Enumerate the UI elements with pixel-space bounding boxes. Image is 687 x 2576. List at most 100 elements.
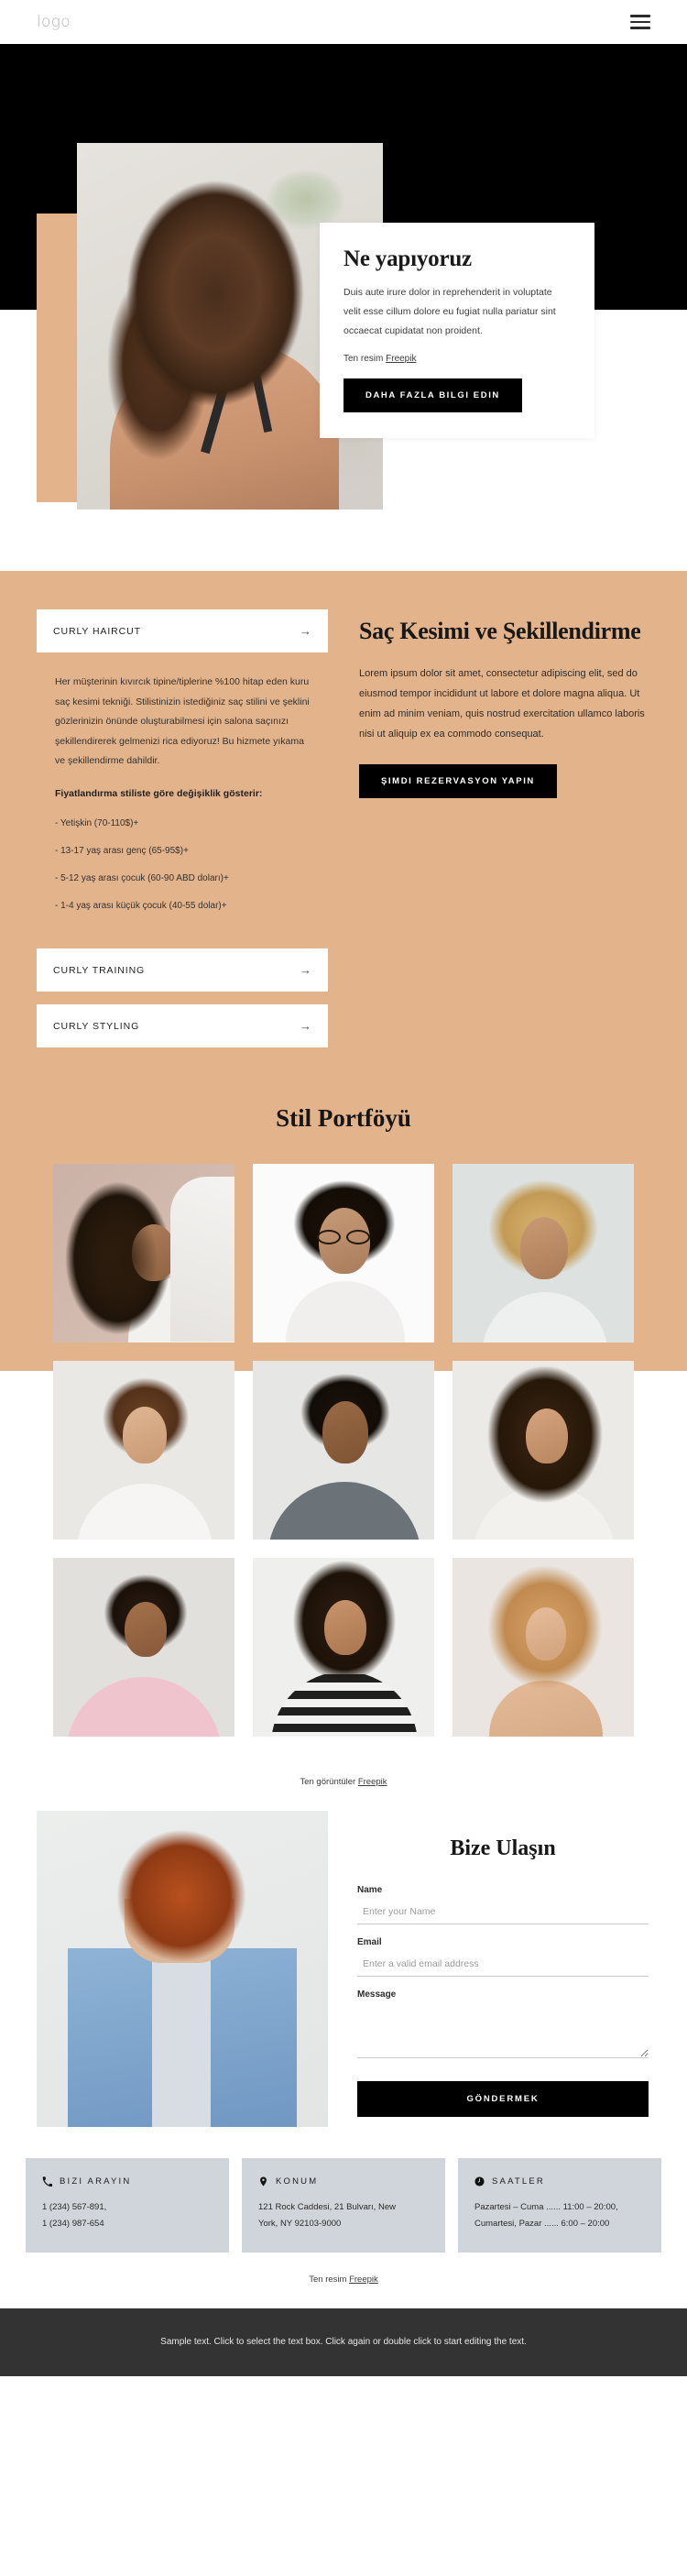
- pricing-list: - Yetişkin (70-110$)+ - 13-17 yaş arası …: [55, 817, 310, 914]
- info-card-header: SAATLER: [474, 2176, 645, 2187]
- services-title: Saç Kesimi ve Şekillendirme: [359, 618, 641, 644]
- gallery-item[interactable]: [253, 1361, 434, 1540]
- hero-card-text: Duis aute irure dolor in reprehenderit i…: [344, 287, 556, 336]
- accordion-item-curly-haircut[interactable]: CURLY HAIRCUT →: [37, 609, 328, 652]
- field-label-name: Name: [357, 1885, 383, 1896]
- accordion-item-curly-training[interactable]: CURLY TRAINING →: [37, 948, 328, 992]
- pricing-heading: Fiyatlandırma stiliste göre değişiklik g…: [55, 787, 263, 799]
- hamburger-menu-icon[interactable]: [630, 15, 650, 29]
- gallery-item[interactable]: [453, 1558, 634, 1737]
- site-footer: Sample text. Click to select the text bo…: [0, 2308, 687, 2376]
- accordion-label: CURLY TRAINING: [53, 964, 146, 976]
- info-card-header: KONUM: [258, 2176, 429, 2187]
- submit-button[interactable]: GÖNDERMEK: [357, 2081, 649, 2118]
- logo[interactable]: logo: [37, 13, 71, 31]
- hero-photo-hair: [119, 180, 311, 427]
- learn-more-button[interactable]: DAHA FAZLA BILGI EDIN: [344, 378, 522, 412]
- info-card-line: York, NY 92103-9000: [258, 2219, 342, 2230]
- hero-credit-link[interactable]: Freepik: [386, 354, 416, 364]
- gallery-hair-top: [79, 1191, 167, 1330]
- arrow-right-icon: →: [300, 1019, 311, 1034]
- field-label-message: Message: [357, 1990, 397, 2001]
- pricing-item: - 5-12 yaş arası çocuk (60-90 ABD doları…: [55, 873, 229, 884]
- services-grid: CURLY HAIRCUT → Her müşterinin kıvırcık …: [37, 609, 650, 1060]
- arrow-right-icon: →: [300, 963, 311, 978]
- name-input[interactable]: [357, 1902, 649, 1925]
- gallery-face: [324, 1600, 366, 1656]
- portfolio-section: Stil Portföyü Ten görüntüler Freepik: [0, 1060, 687, 1788]
- book-now-button[interactable]: ŞIMDI REZERVASYON YAPIN: [359, 763, 557, 798]
- location-pin-icon: [260, 2176, 267, 2187]
- page-root: logo Ne yapıyoruz Duis aute irure dolor …: [0, 0, 687, 2376]
- portfolio-gallery-wrap: [0, 1164, 687, 1758]
- hero-card-title: Ne yapıyoruz: [344, 247, 472, 271]
- services-paragraph: Lorem ipsum dolor sit amet, consectetur …: [359, 667, 645, 740]
- gallery-face: [322, 1401, 368, 1464]
- hero-section: Ne yapıyoruz Duis aute irure dolor in re…: [0, 44, 687, 571]
- accordion-item-curly-styling[interactable]: CURLY STYLING →: [37, 1004, 328, 1048]
- field-email: Email: [357, 1937, 649, 1978]
- services-accordion-column: CURLY HAIRCUT → Her müşterinin kıvırcık …: [37, 609, 328, 1060]
- info-card-title: BIZI ARAYIN: [60, 2176, 132, 2187]
- gallery-item[interactable]: [53, 1164, 234, 1343]
- info-card-title: SAATLER: [492, 2176, 545, 2187]
- contact-form: Bize Ulaşın Name Email Message GÖNDERMEK: [357, 1811, 649, 2127]
- info-card-line: 1 (234) 987-654: [42, 2219, 104, 2230]
- hero-credit: Ten resim Freepik: [344, 354, 571, 364]
- info-card-hours: SAATLER Pazartesi – Cuma ...... 11:00 – …: [458, 2158, 661, 2253]
- arrow-right-icon: →: [300, 624, 311, 638]
- gallery-item[interactable]: [53, 1558, 234, 1737]
- services-text-column: Saç Kesimi ve Şekillendirme Lorem ipsum …: [359, 609, 650, 798]
- contact-title: Bize Ulaşın: [450, 1836, 556, 1861]
- info-card-line: 121 Rock Caddesi, 21 Bulvarı, New: [258, 2202, 396, 2213]
- portfolio-credit-link[interactable]: Freepik: [358, 1777, 387, 1787]
- message-textarea[interactable]: [357, 2007, 649, 2059]
- pricing-item: - 1-4 yaş arası küçük çocuk (40-55 dolar…: [55, 901, 227, 912]
- accordion-label: CURLY HAIRCUT: [53, 625, 141, 637]
- hero-card: Ne yapıyoruz Duis aute irure dolor in re…: [320, 223, 594, 438]
- contact-photo: [37, 1811, 328, 2128]
- services-section: CURLY HAIRCUT → Her müşterinin kıvırcık …: [0, 571, 687, 1061]
- gallery-face: [526, 1409, 568, 1464]
- portfolio-credit: Ten görüntüler Freepik: [0, 1757, 687, 1788]
- accordion-label: CURLY STYLING: [53, 1020, 140, 1032]
- gallery-face: [520, 1217, 568, 1280]
- info-card-location: KONUM 121 Rock Caddesi, 21 Bulvarı, New …: [242, 2158, 445, 2253]
- portfolio-title: Stil Portföyü: [276, 1104, 411, 1133]
- site-header: logo: [0, 0, 687, 44]
- pricing-item: - 13-17 yaş arası genç (65-95$)+: [55, 846, 189, 857]
- portfolio-credit-prefix: Ten görüntüler: [300, 1777, 358, 1788]
- bottom-credit-prefix: Ten resim: [309, 2275, 350, 2286]
- email-input[interactable]: [357, 1955, 649, 1978]
- info-card-phone: BIZI ARAYIN 1 (234) 567-891, 1 (234) 987…: [26, 2158, 229, 2253]
- contact-section: Bize Ulaşın Name Email Message GÖNDERMEK: [0, 1787, 687, 2128]
- info-card-line: Pazartesi – Cuma ...... 11:00 – 20:00,: [474, 2202, 618, 2213]
- gallery-item[interactable]: [453, 1361, 634, 1540]
- info-card-title: KONUM: [276, 2176, 319, 2187]
- info-card-line: 1 (234) 567-891,: [42, 2202, 107, 2213]
- clock-icon: [474, 2176, 485, 2187]
- bottom-credit-link[interactable]: Freepik: [349, 2275, 378, 2285]
- hero-credit-prefix: Ten resim: [344, 354, 387, 364]
- gallery-item[interactable]: [253, 1558, 434, 1737]
- burger-line-3: [630, 27, 650, 29]
- gallery-glasses-left: [317, 1230, 341, 1245]
- service-description: Her müşterinin kıvırcık tipine/tiplerine…: [55, 676, 310, 767]
- gallery-glasses-right: [346, 1230, 370, 1245]
- gallery-item[interactable]: [253, 1164, 434, 1343]
- info-cards-row: BIZI ARAYIN 1 (234) 567-891, 1 (234) 987…: [0, 2127, 687, 2253]
- burger-line-1: [630, 15, 650, 17]
- field-name: Name: [357, 1885, 649, 1925]
- contact-photo-hair: [104, 1827, 258, 1984]
- gallery-item[interactable]: [53, 1361, 234, 1540]
- field-label-email: Email: [357, 1937, 382, 1948]
- gallery-item[interactable]: [453, 1164, 634, 1343]
- gallery-face: [125, 1602, 167, 1658]
- phone-icon: [42, 2176, 52, 2187]
- portfolio-gallery: [0, 1164, 687, 1737]
- gallery-face: [123, 1407, 167, 1464]
- footer-text: Sample text. Click to select the text bo…: [160, 2337, 527, 2348]
- gallery-face: [526, 1607, 566, 1661]
- burger-line-2: [630, 20, 650, 24]
